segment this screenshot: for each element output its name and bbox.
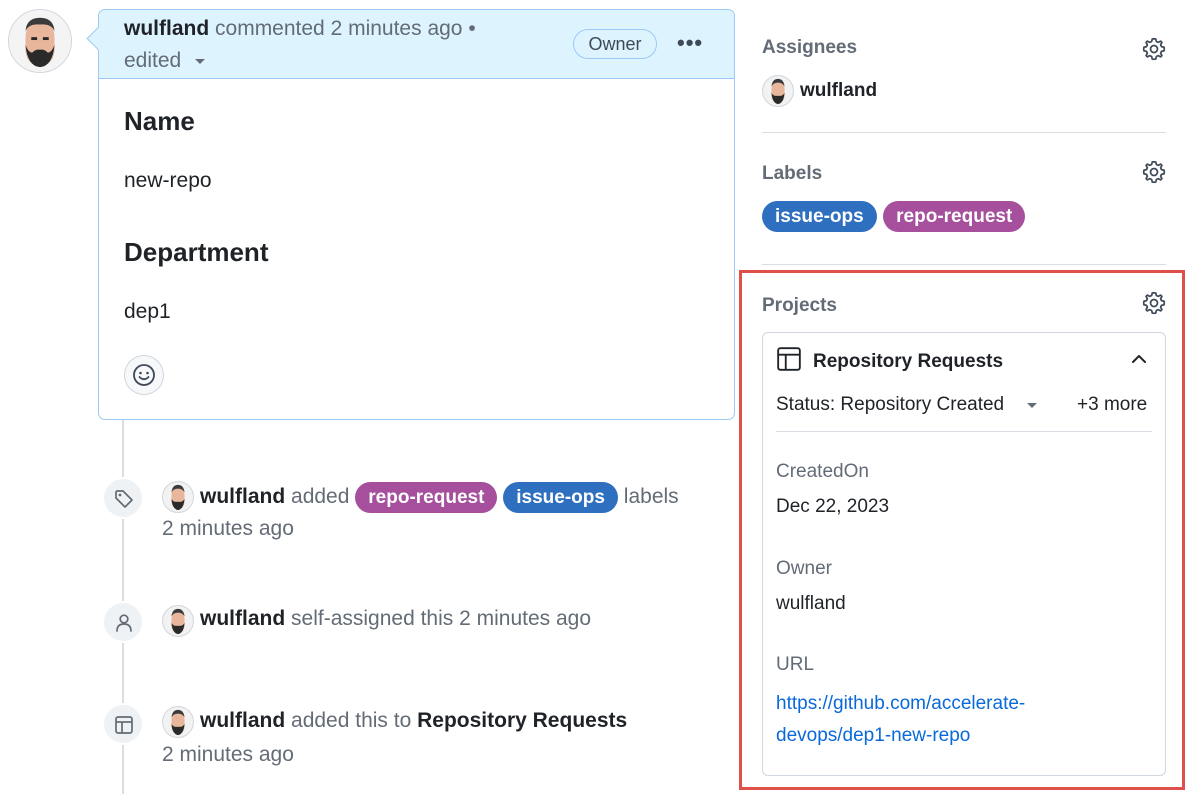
department-value: dep1 [124,300,171,323]
label-repo-request[interactable]: repo-request [355,482,498,513]
event-text: self-assigned this 2 minutes ago [291,607,592,630]
person-icon [116,614,132,632]
labels-list: issue-ops repo-request [762,201,1026,232]
project-divider [776,431,1152,432]
table-icon [115,716,133,734]
smiley-icon [133,364,155,386]
name-value: new-repo [124,169,212,192]
name-heading: Name [124,106,195,136]
owner-label: Owner [776,558,832,579]
author-avatar[interactable] [8,9,72,73]
kebab-icon[interactable]: ••• [677,30,703,56]
event-avatar[interactable] [162,706,194,738]
chevron-up-icon[interactable] [1129,349,1149,369]
event-actor[interactable]: wulfland [200,485,285,508]
event-suffix: labels [623,485,679,508]
event-time[interactable]: 2 minutes ago [162,517,294,541]
created-label: CreatedOn [776,461,869,482]
tag-event-badge [102,477,144,519]
assign-event-line: wulfland self-assigned this 2 minutes ag… [200,607,591,631]
person-event-badge [102,601,144,643]
labels-title[interactable]: Labels [762,163,822,185]
owner-value[interactable]: wulfland [776,593,846,615]
event-avatar[interactable] [162,605,194,637]
reaction-button[interactable] [124,355,164,395]
sidebar-divider [762,132,1166,133]
labels-event-line: wulfland added repo-request issue-ops la… [200,480,679,513]
comment-meta: commented 2 minutes ago • [215,17,476,40]
event-avatar[interactable] [162,481,194,513]
owner-badge: Owner [573,29,657,59]
url-link[interactable]: https://github.com/accelerate- devops/de… [776,688,1025,752]
created-value[interactable]: Dec 22, 2023 [776,496,889,518]
project-card: Repository Requests Status: Repository C… [762,332,1166,776]
url-line-1: https://github.com/accelerate- [776,693,1026,714]
event-verb: added this to [291,709,412,732]
url-label: URL [776,654,815,675]
assignees-title[interactable]: Assignees [762,37,857,59]
gear-icon[interactable] [1141,36,1167,62]
status-value: Status: Repository Created [776,394,1005,415]
status-dropdown[interactable]: Status: Repository Created [776,394,1039,416]
event-actor[interactable]: wulfland [200,709,285,732]
projects-title[interactable]: Projects [762,295,837,317]
assignee-avatar[interactable] [762,75,794,107]
more-fields-button[interactable]: +3 more [1077,394,1147,416]
tag-icon [115,490,133,508]
url-line-2: devops/dep1-new-repo [776,725,971,746]
caret-down-icon [1027,402,1038,408]
event-verb: added [291,485,350,508]
sidebar-divider [762,264,1166,265]
comment-header: wulfland commented 2 minutes ago • edite… [99,10,734,79]
label-issue-ops[interactable]: issue-ops [762,201,877,232]
gear-icon[interactable] [1141,290,1167,316]
project-name[interactable]: Repository Requests [813,351,1003,373]
edited-dropdown[interactable]: edited [124,49,181,72]
assignee-name[interactable]: wulfland [800,80,877,102]
label-repo-request[interactable]: repo-request [883,201,1026,232]
comment-card: wulfland commented 2 minutes ago • edite… [86,9,735,420]
event-project-link[interactable]: Repository Requests [417,709,627,732]
label-issue-ops[interactable]: issue-ops [503,482,618,513]
comment-author[interactable]: wulfland [124,17,209,40]
table-icon [777,347,801,371]
caret-down-icon[interactable] [193,56,207,66]
event-time[interactable]: 2 minutes ago [162,743,294,767]
gear-icon[interactable] [1141,159,1167,185]
project-event-badge [102,703,144,745]
project-event-line: wulfland added this to Repository Reques… [200,709,627,733]
event-actor[interactable]: wulfland [200,607,285,630]
department-heading: Department [124,237,269,267]
